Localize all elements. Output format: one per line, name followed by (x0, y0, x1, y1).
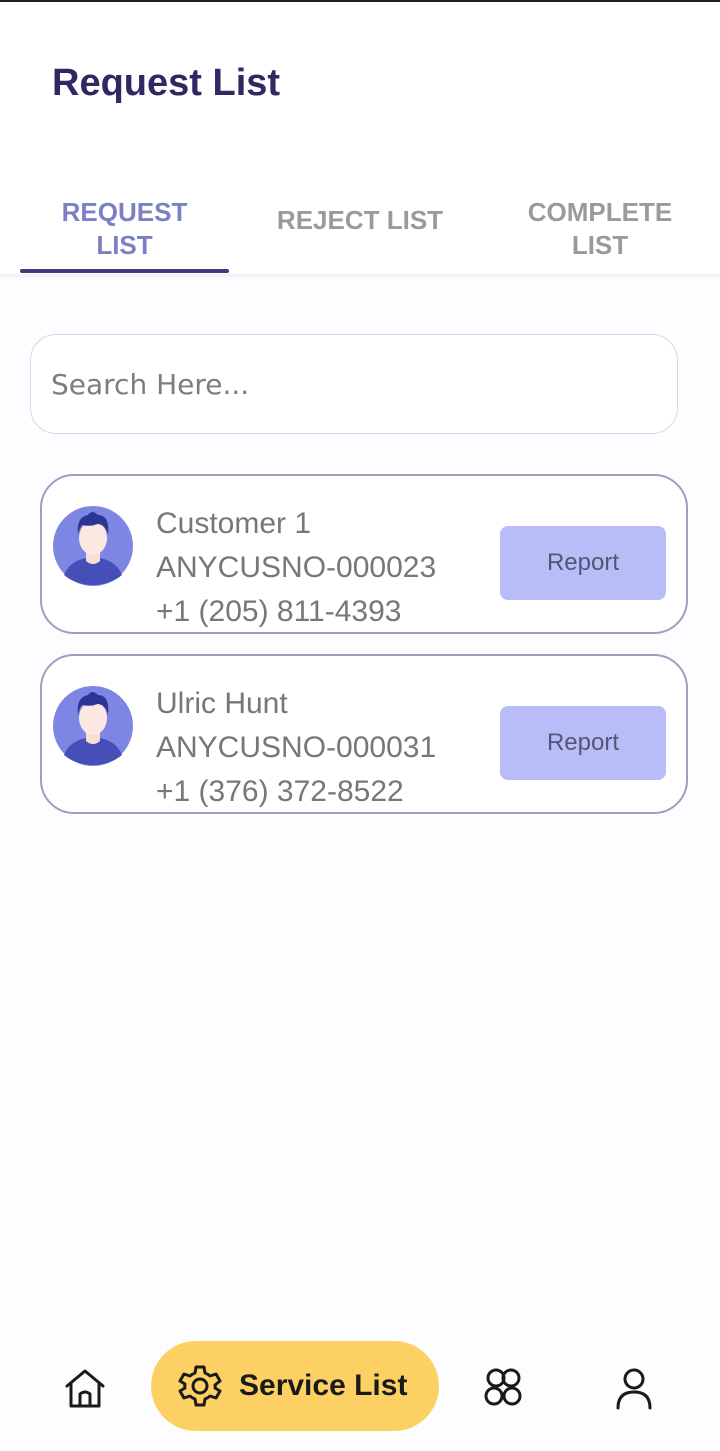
gear-icon (178, 1365, 222, 1407)
bottom-navigation: Service List (0, 1322, 720, 1451)
report-button[interactable]: Report (500, 526, 666, 600)
tab-complete-list[interactable]: COMPLETE LIST (490, 194, 710, 274)
report-button[interactable]: Report (500, 706, 666, 780)
customer-number: ANYCUSNO-000023 (156, 551, 437, 584)
tab-label: REJECT LIST (276, 205, 444, 235)
home-icon (65, 1369, 105, 1408)
nav-service-list[interactable]: Service List (151, 1341, 439, 1431)
tab-label: REQUEST (61, 197, 188, 227)
nav-profile[interactable] (610, 1364, 658, 1412)
nav-service-list-label: Service List (239, 1369, 408, 1402)
nav-home[interactable] (61, 1364, 109, 1412)
screen: Request List REQUEST LIST REJECT LIST CO… (0, 0, 720, 1451)
tab-label: COMPLETE (527, 197, 673, 227)
search-box (30, 334, 678, 434)
tab-reject-list[interactable]: REJECT LIST (250, 194, 470, 274)
user-avatar-icon (53, 686, 133, 766)
customer-phone: +1 (376) 372-8522 (156, 775, 404, 808)
customer-info: Ulric Hunt ANYCUSNO-000031 +1 (376) 372-… (156, 682, 436, 814)
request-card[interactable]: Customer 1 ANYCUSNO-000023 +1 (205) 811-… (40, 474, 688, 634)
tab-label: LIST (96, 230, 153, 260)
request-card[interactable]: Ulric Hunt ANYCUSNO-000031 +1 (376) 372-… (40, 654, 688, 814)
tab-label: LIST (571, 230, 629, 260)
customer-number: ANYCUSNO-000031 (156, 731, 437, 764)
user-avatar-icon (53, 506, 133, 586)
customer-name: Customer 1 (156, 507, 312, 540)
app-header: Request List REQUEST LIST REJECT LIST CO… (0, 2, 720, 274)
customer-name: Ulric Hunt (156, 687, 288, 720)
customer-info: Customer 1 ANYCUSNO-000023 +1 (205) 811-… (156, 502, 436, 634)
active-tab-indicator (20, 269, 229, 273)
profile-icon (616, 1368, 652, 1410)
search-input[interactable] (51, 367, 651, 401)
tab-request-list[interactable]: REQUEST LIST (20, 194, 229, 274)
groups-icon (484, 1368, 522, 1406)
nav-groups[interactable] (479, 1364, 527, 1412)
page-title: Request List (52, 62, 281, 104)
customer-phone: +1 (205) 811-4393 (156, 595, 402, 628)
